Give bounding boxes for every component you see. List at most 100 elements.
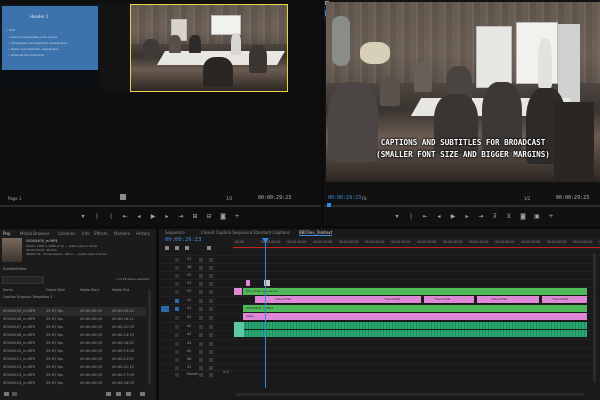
step-forward-icon[interactable]: ▸	[164, 214, 170, 220]
comparison-view-icon[interactable]: ▣	[534, 214, 540, 220]
add-button-icon[interactable]: +	[234, 214, 240, 220]
column-header-frame-rate[interactable]: Frame Rate	[46, 288, 65, 292]
track-visibility-icon[interactable]	[199, 373, 203, 377]
timeline-horizontal-scrollbar[interactable]	[235, 393, 585, 396]
track-visibility-icon[interactable]	[199, 299, 203, 303]
clip-caption-track[interactable]: Sway	[243, 313, 587, 320]
track-lock-icon[interactable]	[175, 333, 179, 337]
track-visibility-icon[interactable]	[199, 333, 203, 337]
track-sync-icon[interactable]	[209, 299, 213, 303]
track-lock-icon[interactable]	[175, 274, 179, 278]
track-sync-icon[interactable]	[209, 266, 213, 270]
tab-markers[interactable]: Markers	[114, 231, 130, 236]
clip-pink-left[interactable]	[234, 288, 242, 295]
track-visibility-icon[interactable]	[199, 266, 203, 270]
track-lock-icon[interactable]	[175, 358, 179, 362]
column-header-media-start[interactable]: Media Start	[80, 288, 99, 292]
export-frame-icon[interactable]: ◙	[220, 214, 226, 220]
tab-closed-caption-sequence[interactable]: Closed Caption Sequence	[201, 230, 252, 235]
clip-title-2[interactable]: Theo1.PSD	[381, 296, 421, 303]
tab-media-browser[interactable]: Media Browser	[20, 231, 50, 236]
tab-standard-captions[interactable]: Standard Captions	[253, 230, 290, 235]
lift-icon[interactable]: ⊼	[492, 214, 498, 220]
track-lock-icon[interactable]	[175, 325, 179, 329]
track-sync-icon[interactable]	[209, 325, 213, 329]
track-lock-icon[interactable]	[175, 299, 179, 303]
track-lock-icon[interactable]	[175, 290, 179, 294]
new-item-icon[interactable]	[116, 392, 121, 396]
track-sync-icon[interactable]	[209, 282, 213, 286]
project-scrollbar[interactable]	[148, 289, 151, 385]
tab-history[interactable]: History	[136, 231, 150, 236]
column-header-media-end[interactable]: Media End	[112, 288, 129, 292]
program-playhead-icon[interactable]	[327, 203, 331, 207]
track-visibility-icon[interactable]	[199, 282, 203, 286]
tab-info[interactable]: Info	[82, 231, 90, 236]
track-visibility-icon[interactable]	[199, 325, 203, 329]
track-visibility-icon[interactable]	[199, 358, 203, 362]
extract-icon[interactable]: ⊻	[506, 214, 512, 220]
tab-libraries[interactable]: Libraries	[58, 231, 75, 236]
program-fit-select[interactable]: Fit	[362, 196, 367, 201]
clip-audio-a2[interactable]	[234, 330, 587, 337]
track-lock-icon[interactable]	[175, 350, 179, 354]
insert-icon[interactable]: ⊞	[192, 214, 198, 220]
tab-bbcrev-teletext[interactable]: BBCRev_Teletext	[299, 230, 333, 236]
project-search-input[interactable]	[2, 276, 44, 284]
track-visibility-icon[interactable]	[199, 307, 203, 311]
source-page-label[interactable]: Page 1	[8, 196, 22, 201]
timeline-vertical-scrollbar[interactable]	[593, 253, 596, 383]
project-list-item[interactable]: 00000414_m.MP4 29.97 fps 00:00:00:00 00:00:…	[0, 379, 146, 388]
step-back-icon[interactable]: ◂	[136, 214, 142, 220]
step-back-icon[interactable]: ◂	[436, 214, 442, 220]
source-patch-icon[interactable]	[161, 306, 169, 312]
track-lock-icon[interactable]	[175, 282, 179, 286]
source-video-frame[interactable]	[130, 4, 288, 92]
track-visibility-icon[interactable]	[199, 258, 203, 262]
overwrite-icon[interactable]: ⊟	[206, 214, 212, 220]
clip-subtitle-track[interactable]: RFL_Video processed	[243, 288, 587, 295]
new-bin-icon[interactable]	[106, 392, 111, 396]
find-icon[interactable]	[126, 392, 131, 396]
add-marker-icon[interactable]	[185, 246, 189, 250]
mark-in-icon[interactable]: ▾	[394, 214, 400, 220]
track-sync-icon[interactable]	[209, 258, 213, 262]
export-frame-icon[interactable]: ◙	[520, 214, 526, 220]
icon-view-icon[interactable]	[12, 392, 17, 396]
program-timecode[interactable]: 00:00:29:23	[328, 195, 361, 201]
mark-out-icon[interactable]: |	[94, 214, 100, 220]
clip-audio-a1[interactable]	[234, 322, 587, 329]
list-view-icon[interactable]	[4, 392, 9, 396]
tab-effects[interactable]: Effects	[94, 231, 108, 236]
track-sync-icon[interactable]	[209, 350, 213, 354]
play-icon[interactable]: ▶	[150, 214, 156, 220]
track-sync-icon[interactable]	[209, 316, 213, 320]
track-visibility-icon[interactable]	[199, 316, 203, 320]
step-forward-icon[interactable]: ▸	[464, 214, 470, 220]
track-sync-icon[interactable]	[209, 274, 213, 278]
track-lock-icon[interactable]	[175, 316, 179, 320]
go-to-in-icon[interactable]: ⇤	[422, 214, 428, 220]
tab-sequence[interactable]: Sequence	[165, 230, 185, 235]
work-area-bar[interactable]	[233, 247, 600, 248]
timeline-timecode[interactable]: 00:00:29:23	[165, 237, 201, 243]
track-visibility-icon[interactable]	[199, 342, 203, 346]
program-video-frame[interactable]: CAPTIONS AND SUBTITLES FOR BROADCAST (SM…	[326, 2, 600, 182]
clip-video-track[interactable]: 00000405_m.MP4	[243, 305, 587, 312]
linked-selection-icon[interactable]	[175, 246, 179, 250]
tab-project[interactable]: Proj	[3, 231, 10, 236]
clip-audio-small[interactable]	[234, 322, 244, 337]
caption-line-2[interactable]: (SMALLER FONT SIZE AND BIGGER MARGINS)	[326, 150, 600, 159]
play-icon[interactable]: ▶	[450, 214, 456, 220]
track-sync-icon[interactable]	[209, 307, 213, 311]
clip-title-4[interactable]: Theo1.PSD	[477, 296, 539, 303]
track-sync-icon[interactable]	[209, 373, 213, 377]
playhead[interactable]	[265, 238, 266, 388]
track-sync-icon[interactable]	[209, 333, 213, 337]
track-lock-icon[interactable]	[175, 258, 179, 262]
track-lock-icon[interactable]	[175, 307, 179, 311]
mark-clip-icon[interactable]: ⟨	[108, 214, 114, 220]
track-sync-icon[interactable]	[209, 290, 213, 294]
add-button-icon[interactable]: +	[548, 214, 554, 220]
clip-title-3[interactable]: Theo1.PSD	[424, 296, 474, 303]
